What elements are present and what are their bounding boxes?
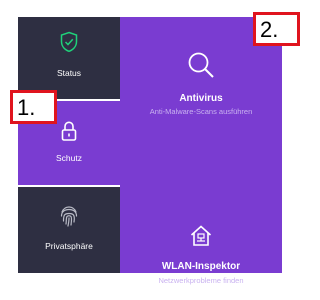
fingerprint-icon: [18, 204, 120, 228]
sidebar-item-privatsphaere[interactable]: Privatsphäre: [18, 187, 120, 273]
sidebar-item-status[interactable]: Status: [18, 17, 120, 99]
annotation-callout-2: 2.: [253, 12, 300, 46]
sidebar-item-label: Schutz: [56, 153, 82, 163]
shield-check-icon: [18, 31, 120, 53]
magnifier-icon: [120, 51, 282, 79]
sidebar-item-label: Status: [56, 68, 82, 78]
feature-title: Antivirus: [179, 93, 223, 104]
feature-title: WLAN-Inspektor: [161, 261, 241, 272]
feature-wlan-inspektor[interactable]: WLAN-Inspektor Netzwerkprobleme finden: [120, 145, 282, 285]
app-window: Status Schutz Privatsphäre Antivirus Ant…: [0, 0, 305, 300]
sidebar: Status Schutz Privatsphäre: [18, 0, 120, 300]
annotation-callout-1: 1.: [10, 90, 57, 124]
sidebar-item-label: Privatsphäre: [45, 241, 93, 251]
feature-subtitle: Netzwerkprobleme finden: [158, 276, 244, 285]
home-network-icon: [120, 224, 282, 248]
feature-subtitle: Anti-Malware-Scans ausführen: [149, 107, 253, 116]
main-panel: Antivirus Anti-Malware-Scans ausführen W…: [120, 17, 282, 285]
